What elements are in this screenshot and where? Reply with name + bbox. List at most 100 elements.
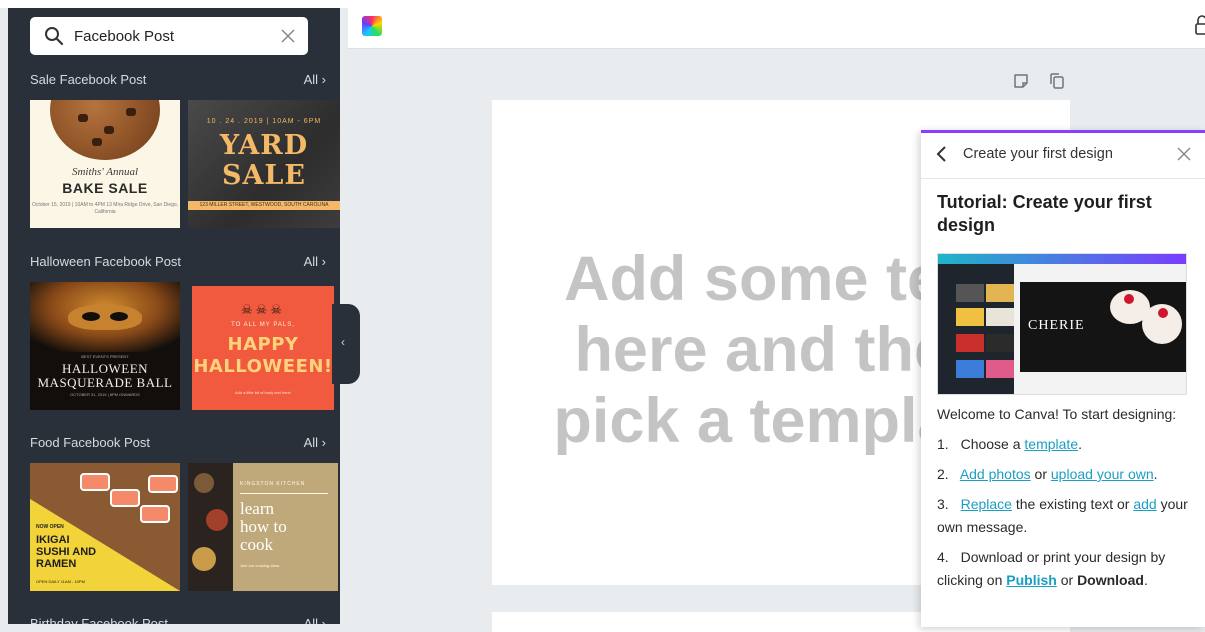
dish-image [194, 473, 214, 493]
template-link[interactable]: template [1024, 436, 1078, 452]
close-icon[interactable] [1177, 147, 1191, 161]
top-strip [0, 0, 1205, 8]
card-text: OCTOBER 31, 2019 | 8PM ONWARDS [70, 392, 140, 397]
tutorial-step-2: 2. Add photos or upload your own. [937, 466, 1158, 482]
notes-icon[interactable] [1012, 72, 1030, 90]
see-all-link[interactable]: All › [304, 254, 326, 269]
template-card-yard-sale[interactable]: 10 . 24 . 2019 | 10AM - 6PM YARD SALE 12… [188, 100, 340, 228]
upload-link[interactable]: upload your own [1051, 466, 1154, 482]
publish-link[interactable]: Publish [1006, 572, 1057, 588]
card-text: YARD [219, 130, 309, 161]
category-header-sale: Sale Facebook Post All › [30, 70, 326, 90]
card-text: Smiths' Annual [71, 166, 139, 178]
template-card-sushi[interactable]: NOW OPEN IKIGAI SUSHI AND RAMEN OPEN DAI… [30, 463, 180, 591]
category-title: Halloween Facebook Post [30, 254, 182, 269]
card-text: cook [240, 535, 274, 554]
card-text: IKIGAI [36, 534, 70, 546]
tutorial-screenshot: CHERIE [937, 253, 1187, 395]
card-text: TO ALL MY PALS, [231, 322, 295, 328]
tutorial-step-1: 1. Choose a template. [937, 436, 1082, 452]
tutorial-step-4: 4. Download or print your design by clic… [937, 549, 1166, 588]
chevron-left-icon: ‹ [341, 335, 345, 349]
card-text: OPEN DAILY 11AM - 10PM [36, 579, 85, 584]
card-text: HAPPY [227, 334, 299, 355]
download-text: Download [1077, 572, 1144, 588]
template-card-cook[interactable]: KINGSTON KITCHEN learn how to cook Join … [188, 463, 338, 591]
search-box[interactable] [30, 17, 308, 55]
add-link[interactable]: add [1133, 496, 1156, 512]
divider [240, 493, 328, 494]
card-text: NOW OPEN [36, 524, 64, 530]
sushi-image [110, 489, 140, 507]
mask-eye [82, 312, 100, 321]
tutorial-title: Tutorial: Create your first design [937, 192, 1152, 235]
duplicate-page-icon[interactable] [1048, 72, 1066, 90]
card-text: learn [240, 499, 274, 518]
cookie-chip [104, 126, 114, 134]
card-text: SUSHI AND [36, 546, 97, 558]
card-text: 10 . 24 . 2019 | 10AM - 6PM [206, 118, 322, 125]
color-picker-icon[interactable] [362, 16, 382, 36]
dish-image [192, 547, 216, 571]
cookie-chip [92, 138, 102, 146]
shot-tile [986, 308, 1014, 326]
add-photos-link[interactable]: Add photos [960, 466, 1031, 482]
cookie-chip [78, 114, 88, 122]
tutorial-body: Welcome to Canva! To start designing: 1.… [937, 403, 1195, 599]
card-text: RAMEN [36, 558, 77, 570]
category-header-birthday: Birthday Facebook Post All › [30, 614, 326, 624]
see-all-link[interactable]: All › [304, 616, 326, 624]
collapse-panel-button[interactable]: ‹ [332, 304, 360, 384]
tutorial-intro: Welcome to Canva! To start designing: [937, 406, 1177, 422]
food-photo [188, 463, 233, 591]
template-card-masquerade[interactable]: BEST EVENTS PRESENT HALLOWEEN MASQUERADE… [30, 282, 180, 410]
lock-icon[interactable] [1195, 14, 1205, 36]
card-text: October 15, 2019 | 10AM to 4PM 13 Mira R… [31, 202, 179, 215]
shot-text: CHERIE [1028, 318, 1085, 333]
sushi-image [140, 505, 170, 523]
shot-tile [986, 284, 1014, 302]
category-header-food: Food Facebook Post All › [30, 433, 326, 453]
shot-tile [986, 360, 1014, 378]
shot-tile [956, 334, 984, 352]
card-text: how to [240, 517, 287, 536]
card-text: KINGSTON KITCHEN [240, 481, 306, 487]
card-text: SALE [221, 160, 306, 191]
editor-toolbar [348, 8, 1205, 49]
dish-image [206, 509, 228, 531]
cookie-chip [126, 108, 136, 116]
card-text: MASQUERADE BALL [37, 375, 173, 390]
card-text: BAKE SALE [62, 180, 148, 196]
search-input[interactable] [74, 25, 270, 47]
card-text: 123 MILLER STREET, WESTWOOD, SOUTH CAROL… [188, 201, 340, 210]
back-chevron-icon[interactable] [935, 145, 949, 163]
cherry [1158, 308, 1168, 318]
card-text: BEST EVENTS PRESENT [81, 354, 129, 359]
see-all-link[interactable]: All › [304, 435, 326, 450]
clear-search-icon[interactable] [280, 28, 296, 44]
template-card-bake-sale[interactable]: Smiths' Annual BAKE SALE October 15, 201… [30, 100, 180, 228]
sushi-image [80, 473, 110, 491]
sushi-image [148, 475, 178, 493]
category-header-halloween: Halloween Facebook Post All › [30, 252, 326, 272]
shot-tile [956, 284, 984, 302]
tutorial-panel: Create your first design Tutorial: Creat… [921, 130, 1205, 627]
tutorial-header-title: Create your first design [963, 146, 1113, 162]
shot-tile [986, 334, 1014, 352]
category-title: Food Facebook Post [30, 435, 150, 450]
category-title: Sale Facebook Post [30, 72, 147, 87]
see-all-link[interactable]: All › [304, 72, 326, 87]
search-icon [45, 27, 64, 46]
templates-panel: Sale Facebook Post All › Smiths' Annual … [8, 8, 340, 624]
category-title: Birthday Facebook Post [30, 616, 169, 624]
shot-tile [956, 308, 984, 326]
replace-link[interactable]: Replace [961, 496, 1012, 512]
mask-image [68, 304, 142, 330]
card-text: HALLOWEEN! [193, 356, 333, 377]
skull-icons: ☠☠☠ [241, 302, 285, 317]
card-text: Join our cooking class [240, 563, 280, 568]
mask-eye [110, 312, 128, 321]
tutorial-step-3: 3. Replace the existing text or add your… [937, 496, 1188, 535]
template-card-happy-halloween[interactable]: ☠☠☠ TO ALL MY PALS, HAPPY HALLOWEEN! Add… [192, 286, 334, 410]
cherry [1124, 294, 1134, 304]
